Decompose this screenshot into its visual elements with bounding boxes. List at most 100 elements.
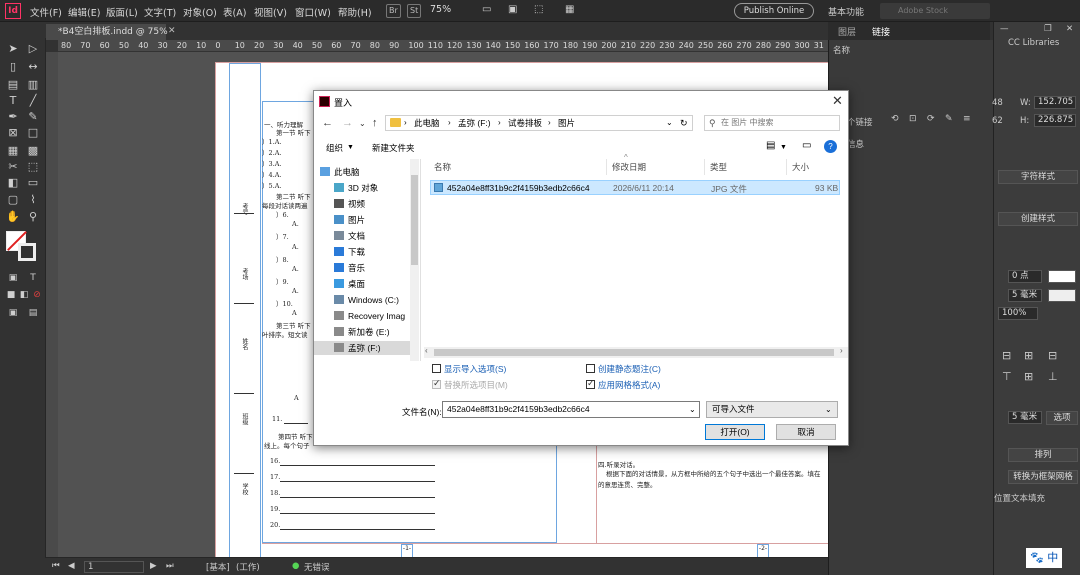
opacity-field[interactable]: 100% <box>998 307 1038 320</box>
selection-tool-icon[interactable]: ➤ <box>6 42 20 56</box>
nav-this-pc[interactable]: 此电脑 <box>320 165 360 179</box>
menu-window[interactable]: 窗口(W) <box>295 5 331 19</box>
zoom-select[interactable]: 75% <box>430 4 466 18</box>
apply-gradient-icon[interactable]: ◧ <box>17 288 31 302</box>
eyedropper-tool-icon[interactable]: ⌇ <box>26 193 40 207</box>
close-tab-icon[interactable]: ✕ <box>168 26 176 36</box>
page-number-frame[interactable]: -1- <box>401 544 413 557</box>
address-bar[interactable]: › 此电脑 › 孟弥 (F:) › 试卷排板 › 图片 ⌄ ↻ <box>385 115 693 131</box>
breadcrumb-item[interactable]: 此电脑 <box>414 116 440 130</box>
scroll-left-icon[interactable]: ‹ <box>425 346 428 355</box>
restore-icon[interactable]: ❐ <box>1044 24 1052 34</box>
note-tool-icon[interactable]: ▢ <box>6 193 20 207</box>
first-page-icon[interactable]: ⏮ <box>52 561 60 571</box>
align-center-icon[interactable]: ⊞ <box>1024 349 1033 362</box>
horizontal-scrollbar[interactable]: ‹ › <box>424 346 848 358</box>
show-import-options-checkbox[interactable] <box>432 364 441 373</box>
file-row[interactable]: 452a04e8ff31b9c2f4159b3edb2c66c4 2026/6/… <box>430 180 840 195</box>
page-number-field[interactable]: 1 <box>84 561 144 573</box>
screen-mode-icon[interactable]: ▣ <box>508 4 517 15</box>
stroke-weight-field[interactable]: 0 点 <box>1008 270 1042 283</box>
stock-button[interactable]: St <box>407 4 422 18</box>
options-button[interactable]: 选项 <box>1046 411 1078 425</box>
content-placer-icon[interactable]: ▥ <box>26 78 40 92</box>
nav-documents[interactable]: 文档 <box>334 229 365 243</box>
column-size[interactable]: 大小 <box>792 161 809 173</box>
zoom-tool-icon[interactable]: ⚲ <box>26 210 40 224</box>
scissors-tool-icon[interactable]: ✂ <box>6 160 20 174</box>
scroll-thumb[interactable] <box>434 349 834 356</box>
tab-links[interactable]: 链接 <box>872 25 890 38</box>
goto-link-icon[interactable]: ⊡ <box>909 114 917 124</box>
close-icon[interactable]: ✕ <box>1066 24 1073 34</box>
apply-none-icon[interactable]: ⊘ <box>30 288 44 302</box>
menu-view[interactable]: 视图(V) <box>254 5 287 19</box>
preview-pane-icon[interactable]: ▭ <box>802 140 811 151</box>
stock-search-input[interactable]: Adobe Stock <box>880 3 990 19</box>
chevron-down-icon[interactable]: ⌄ <box>666 116 673 130</box>
menu-object[interactable]: 对象(O) <box>183 5 217 19</box>
arrange-button[interactable]: 排列 <box>1008 448 1078 462</box>
nav-drive-f[interactable]: 孟弥 (F:) <box>314 341 410 355</box>
filename-input[interactable]: 452a04e8ff31b9c2f4159b3edb2c66c4 ⌄ <box>442 401 700 418</box>
placeholder-text-fill[interactable]: 位置文本填充 <box>994 492 1045 504</box>
link-menu-icon[interactable]: ≡ <box>963 114 971 124</box>
scroll-right-icon[interactable]: › <box>840 346 843 355</box>
gradient-swatch-tool-icon[interactable]: ◧ <box>6 176 20 190</box>
character-style-button[interactable]: 字符样式 <box>998 170 1078 184</box>
distribute-middle-icon[interactable]: ⊞ <box>1024 370 1033 383</box>
nav-scroll-thumb[interactable] <box>411 175 418 265</box>
show-import-options-label[interactable]: 显示导入选项(S) <box>444 363 506 375</box>
rectangle-frame-tool-icon[interactable]: ⊠ <box>6 126 20 140</box>
new-folder-button[interactable]: 新建文件夹 <box>372 142 415 154</box>
rectangle-tool-icon[interactable]: □ <box>26 126 40 140</box>
breadcrumb-item[interactable]: 图片 <box>558 116 575 130</box>
distribute-bottom-icon[interactable]: ⊥ <box>1048 370 1058 383</box>
nav-3d-objects[interactable]: 3D 对象 <box>334 181 378 195</box>
distribute-top-icon[interactable]: ⊤ <box>1002 370 1012 383</box>
bridge-button[interactable]: Br <box>386 4 401 18</box>
nav-videos[interactable]: 视频 <box>334 197 365 211</box>
corner-size-field[interactable]: 5 毫米 <box>1008 289 1042 302</box>
chevron-down-icon[interactable]: ▼ <box>780 144 787 151</box>
preview-mode-icon[interactable]: ▤ <box>26 306 40 320</box>
recent-locations-icon[interactable]: ⌄ <box>359 119 366 128</box>
convert-to-frame-grid-button[interactable]: 转换为框架网格 <box>1008 470 1078 484</box>
view-options-icon[interactable]: ▤ <box>766 140 775 151</box>
direct-selection-tool-icon[interactable]: ▷ <box>26 42 40 56</box>
menu-edit[interactable]: 编辑(E) <box>68 5 100 19</box>
nav-scrollbar[interactable] <box>410 159 419 361</box>
create-static-captions-label[interactable]: 创建静态题注(C) <box>598 363 661 375</box>
help-icon[interactable]: ? <box>824 140 837 153</box>
edit-original-icon[interactable]: ✎ <box>945 114 953 124</box>
normal-mode-icon[interactable]: ▣ <box>6 306 20 320</box>
height-field[interactable]: 226.875 <box>1034 114 1076 127</box>
prev-page-icon[interactable]: ◀ <box>68 561 75 571</box>
pen-tool-icon[interactable]: ✒ <box>6 110 20 124</box>
breadcrumb-item[interactable]: 孟弥 (F:) <box>458 116 491 130</box>
menu-layout[interactable]: 版面(L) <box>106 5 138 19</box>
last-page-icon[interactable]: ⏭ <box>166 561 174 571</box>
hand-tool-icon[interactable]: ✋ <box>6 210 20 224</box>
column-name[interactable]: 名称 <box>434 161 451 173</box>
arrange-docs-icon[interactable]: ⬚ <box>534 4 543 15</box>
formatting-text-icon[interactable]: T <box>26 271 40 285</box>
stroke-swatch[interactable] <box>18 243 36 261</box>
preflight-profile[interactable]: (工作) <box>236 561 260 573</box>
nav-downloads[interactable]: 下载 <box>334 245 365 259</box>
page-tool-icon[interactable]: ▯ <box>6 60 20 74</box>
frame-grid-tool-icon[interactable]: ▩ <box>26 144 40 158</box>
create-static-captions-checkbox[interactable] <box>586 364 595 373</box>
formatting-container-icon[interactable]: ▣ <box>6 271 20 285</box>
line-tool-icon[interactable]: ╱ <box>26 94 40 108</box>
gap-tool-icon[interactable]: ↔ <box>26 60 40 74</box>
gradient-feather-tool-icon[interactable]: ▭ <box>26 176 40 190</box>
panels-icon[interactable]: ▦ <box>565 4 574 15</box>
refresh-icon[interactable]: ↻ <box>680 116 688 130</box>
apply-color-icon[interactable]: ■ <box>4 288 18 302</box>
nav-music[interactable]: 音乐 <box>334 261 365 275</box>
search-input[interactable]: ⚲ 在 图片 中搜索 <box>704 115 840 131</box>
align-left-icon[interactable]: ⊟ <box>1002 349 1011 362</box>
next-page-icon[interactable]: ▶ <box>150 561 157 571</box>
menu-table[interactable]: 表(A) <box>223 5 246 19</box>
